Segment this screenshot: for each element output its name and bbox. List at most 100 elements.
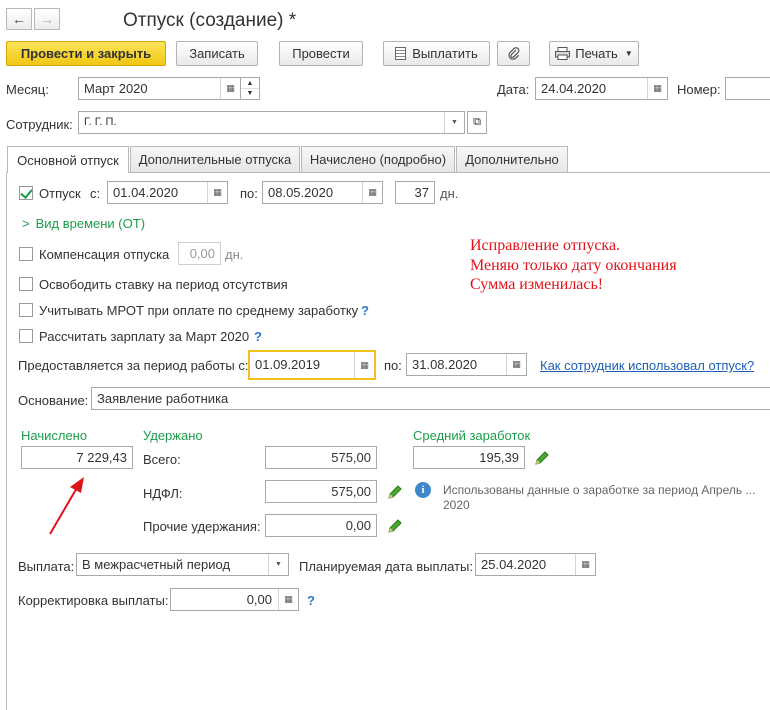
avg-earnings-value: 195,39 <box>479 450 519 465</box>
chevron-up-icon[interactable]: ▲ <box>241 78 259 89</box>
vacation-to-field[interactable]: 08.05.2020 ▦ <box>262 181 383 204</box>
pencil-icon[interactable] <box>387 518 403 534</box>
back-button[interactable]: ← <box>6 8 32 30</box>
avg-earnings-field[interactable]: 195,39 <box>413 446 525 469</box>
tab-label: Начислено (подробно) <box>309 152 447 167</box>
planned-date-field[interactable]: 25.04.2020 ▦ <box>475 553 596 576</box>
chevron-down-icon[interactable]: ▼ <box>241 89 259 99</box>
compensation-days-field[interactable]: 0,00 <box>178 242 221 265</box>
vacation-checkbox[interactable] <box>19 186 33 200</box>
other-withholdings-value: 0,00 <box>345 518 371 533</box>
number-label: Номер: <box>677 82 721 97</box>
info-icon: i <box>415 482 431 498</box>
pay-button[interactable]: Выплатить <box>383 41 490 66</box>
payment-select[interactable]: В межрасчетный период ▼ <box>76 553 289 576</box>
accrued-field[interactable]: 7 229,43 <box>21 446 133 469</box>
print-label: Печать <box>575 46 618 61</box>
tab-accrued-detailed[interactable]: Начислено (подробно) <box>301 146 455 172</box>
calendar-icon[interactable]: ▦ <box>207 182 227 203</box>
calendar-icon[interactable]: ▦ <box>220 78 240 99</box>
tab-main-vacation[interactable]: Основной отпуск <box>7 146 129 173</box>
employee-value: Г. Г. П. <box>84 116 117 128</box>
planned-date-label: Планируемая дата выплаты: <box>299 559 473 574</box>
vacation-from-field[interactable]: 01.04.2020 ▦ <box>107 181 228 204</box>
month-stepper[interactable]: ▲ ▼ <box>240 77 260 100</box>
other-withholdings-field[interactable]: 0,00 <box>265 514 377 537</box>
withheld-total-value: 575,00 <box>331 450 371 465</box>
tab-additional-vacations[interactable]: Дополнительные отпуска <box>130 146 300 172</box>
forward-button[interactable]: → <box>34 8 60 30</box>
free-rate-checkbox[interactable] <box>19 277 33 291</box>
chevron-right-icon: > <box>22 216 30 231</box>
payment-value: В межрасчетный период <box>82 557 231 572</box>
ndfl-field[interactable]: 575,00 <box>265 480 377 503</box>
vacation-from-label: с: <box>90 186 101 201</box>
employee-field[interactable]: Г. Г. П. ▼ <box>78 111 465 134</box>
vacation-days-field[interactable]: 37 <box>395 181 435 204</box>
basis-label: Основание: <box>18 393 89 408</box>
basis-value: Заявление работника <box>97 391 229 406</box>
employee-label: Сотрудник: <box>6 117 73 132</box>
date-field[interactable]: 24.04.2020 ▦ <box>535 77 668 100</box>
correction-value: 0,00 <box>246 592 272 607</box>
vacation-to-label: по: <box>240 186 258 201</box>
calc-salary-help-icon[interactable]: ? <box>254 329 262 345</box>
annotation-line-3: Сумма изменилась! <box>470 276 604 293</box>
save-button[interactable]: Записать <box>176 41 258 66</box>
pencil-icon[interactable] <box>387 484 403 500</box>
annotation-line-1: Исправление отпуска. <box>470 237 621 254</box>
other-withholdings-label: Прочие удержания: <box>143 519 261 534</box>
chevron-down-icon[interactable]: ▼ <box>444 112 464 133</box>
period-to-value: 31.08.2020 <box>412 357 478 372</box>
free-rate-label: Освободить ставку на период отсутствия <box>39 277 288 292</box>
info-text-line-2: 2020 <box>443 498 470 512</box>
avg-earnings-label: Средний заработок <box>413 428 531 443</box>
pencil-icon[interactable] <box>534 450 550 466</box>
tab-additional[interactable]: Дополнительно <box>456 146 568 172</box>
vacation-usage-link[interactable]: Как сотрудник использовал отпуск? <box>540 358 754 374</box>
date-value: 24.04.2020 <box>541 81 607 96</box>
compensation-label: Компенсация отпуска <box>39 247 170 262</box>
chevron-down-icon: ▼ <box>624 49 633 58</box>
calendar-icon[interactable]: ▦ <box>647 78 667 99</box>
compensation-checkbox[interactable] <box>19 247 33 261</box>
post-and-close-button[interactable]: Провести и закрыть <box>6 41 166 66</box>
withheld-total-field[interactable]: 575,00 <box>265 446 377 469</box>
open-employee-button[interactable]: ⧉ <box>467 111 487 134</box>
calendar-icon[interactable]: ▦ <box>354 352 374 378</box>
basis-field[interactable]: Заявление работника <box>91 387 770 410</box>
correction-help-icon[interactable]: ? <box>307 593 315 609</box>
ndfl-label: НДФЛ: <box>143 486 183 501</box>
period-from-field[interactable]: 01.09.2019 ▦ <box>248 350 376 380</box>
post-button[interactable]: Провести <box>279 41 363 66</box>
attach-button[interactable] <box>497 41 530 66</box>
time-type-toggle[interactable]: > Вид времени (ОТ) <box>22 216 145 232</box>
compensation-days-value: 0,00 <box>189 246 215 261</box>
calendar-icon[interactable]: ▦ <box>362 182 382 203</box>
open-window-icon: ⧉ <box>473 116 481 128</box>
mrot-checkbox[interactable] <box>19 303 33 317</box>
pay-label: Выплатить <box>412 46 478 61</box>
time-type-label: Вид времени (ОТ) <box>35 216 146 231</box>
calc-salary-label: Рассчитать зарплату за Март 2020 <box>39 329 250 344</box>
window-title: Отпуск (создание) * <box>123 10 297 31</box>
number-field[interactable] <box>725 77 770 100</box>
calendar-icon[interactable]: ▦ <box>575 554 595 575</box>
period-from-value: 01.09.2019 <box>255 357 321 372</box>
period-to-field[interactable]: 31.08.2020 ▦ <box>406 353 527 376</box>
vacation-to-value: 08.05.2020 <box>268 185 334 200</box>
correction-label: Корректировка выплаты: <box>18 593 169 608</box>
calculator-icon[interactable]: ▦ <box>278 589 298 610</box>
vacation-from-value: 01.04.2020 <box>113 185 179 200</box>
planned-date-value: 25.04.2020 <box>481 557 547 572</box>
period-label: Предоставляется за период работы с: <box>18 358 249 373</box>
chevron-down-icon[interactable]: ▼ <box>268 554 288 575</box>
month-field[interactable]: Март 2020 ▦ <box>78 77 241 100</box>
printer-icon <box>555 47 571 60</box>
post-and-close-label: Провести и закрыть <box>20 46 152 61</box>
calendar-icon[interactable]: ▦ <box>506 354 526 375</box>
print-button[interactable]: Печать ▼ <box>549 41 639 66</box>
correction-field[interactable]: 0,00 ▦ <box>170 588 299 611</box>
calc-salary-checkbox[interactable] <box>19 329 33 343</box>
mrot-help-icon[interactable]: ? <box>361 303 369 319</box>
